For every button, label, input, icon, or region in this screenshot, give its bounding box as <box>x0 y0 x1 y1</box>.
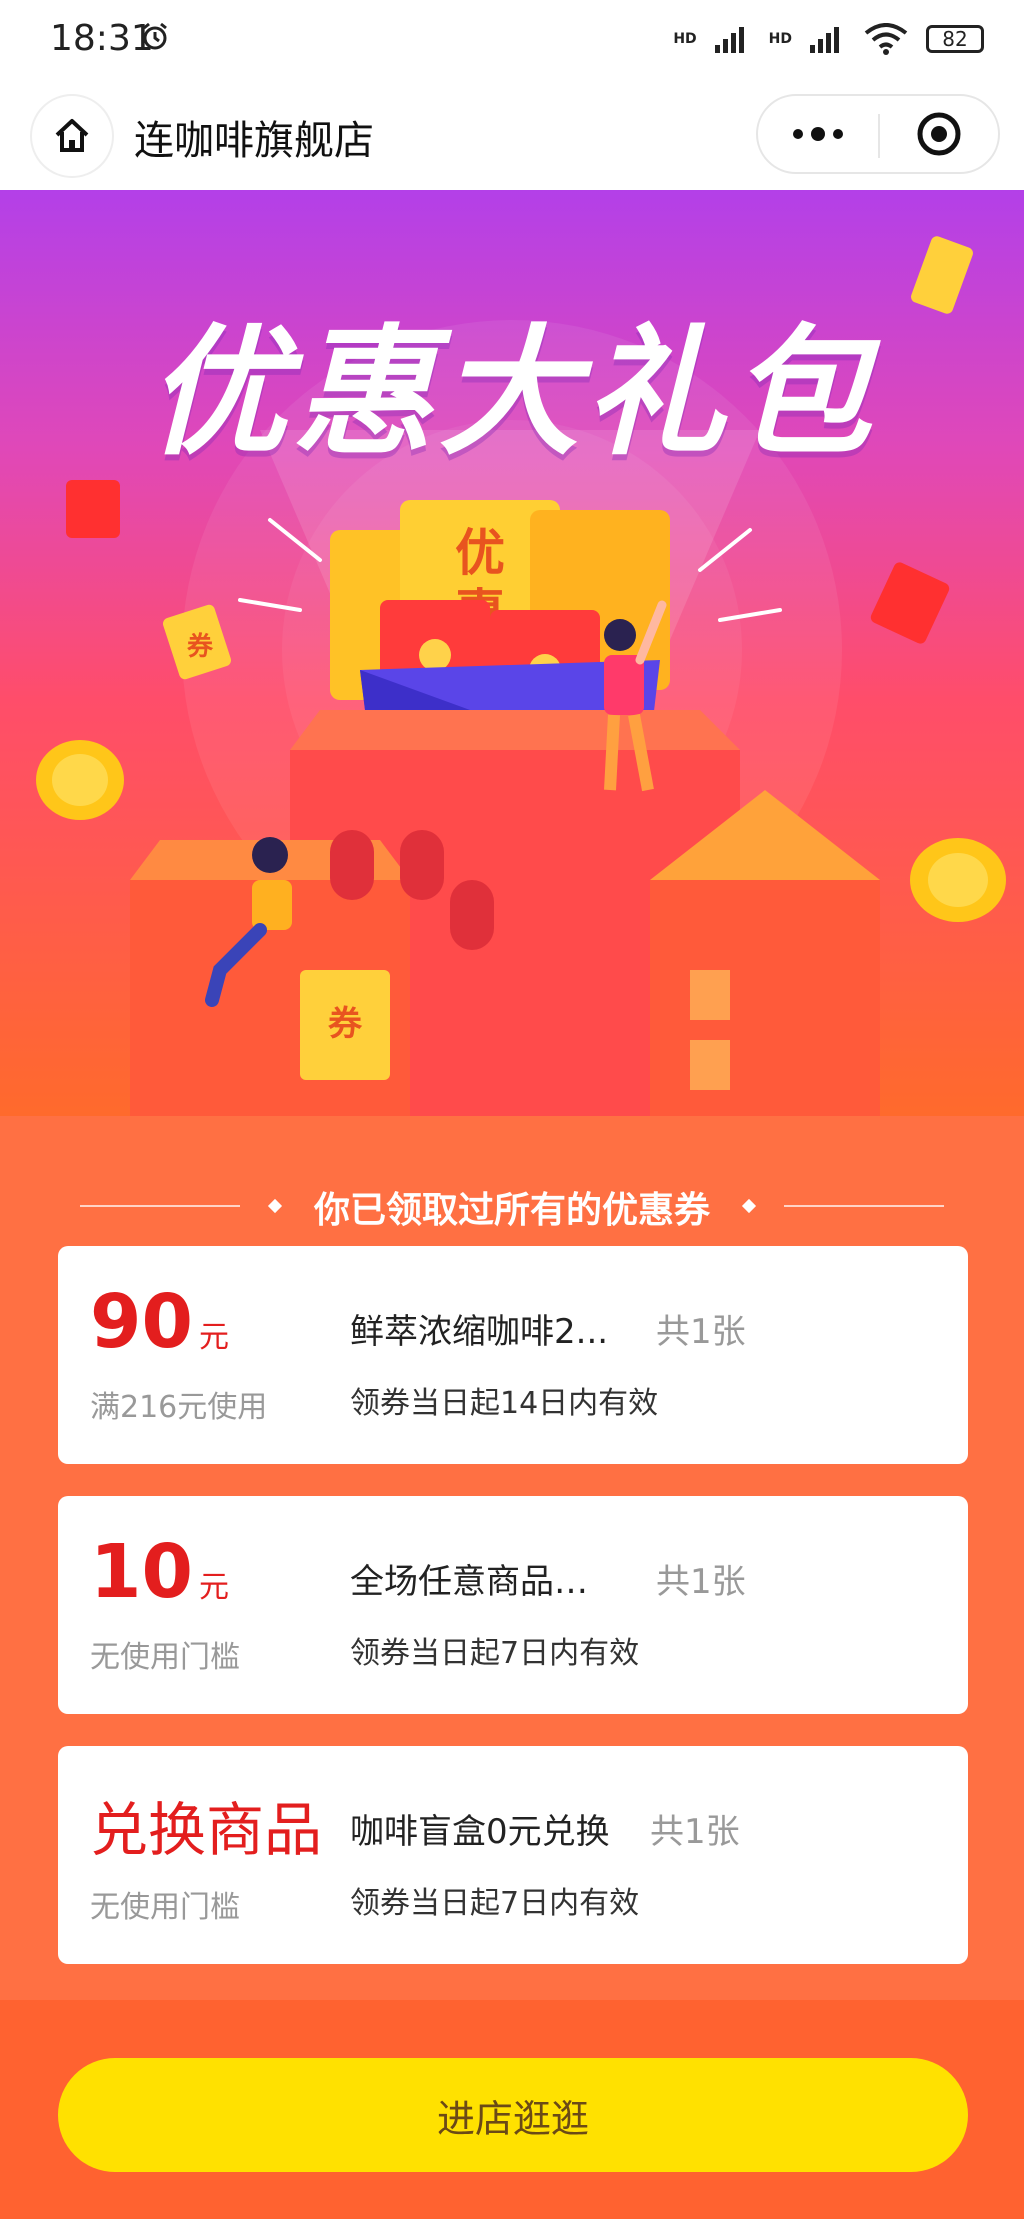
alarm-icon <box>143 22 167 50</box>
status-bar: 18:31 HD HD 82 <box>0 0 1024 80</box>
divider-right <box>784 1205 944 1207</box>
hd-label-1: HD <box>673 31 697 47</box>
signal-icon-2 <box>810 27 839 53</box>
more-dots-icon <box>793 127 843 141</box>
status-time: 18:31 <box>50 18 154 59</box>
coupon-section: 你已领取过所有的优惠券 90 元 满216元使用 鲜萃浓缩咖啡2... 共1张 领… <box>0 1116 1024 2000</box>
coupon-name: 鲜萃浓缩咖啡2... <box>350 1312 609 1352</box>
coupon-amount-value: 90 <box>90 1279 193 1365</box>
ticket-text-2: 券 <box>187 632 214 662</box>
signal-icon <box>714 27 744 53</box>
coupon-validity: 领券当日起7日内有效 <box>350 1886 640 1921</box>
coupon-amount: 90 元 <box>90 1282 229 1378</box>
divider-left <box>80 1205 240 1207</box>
hero-title: 优惠大礼包 <box>146 312 877 475</box>
home-button[interactable] <box>30 94 114 178</box>
coupon-name: 咖啡盲盒0元兑换 <box>350 1812 610 1852</box>
coupon-condition: 满216元使用 <box>90 1390 268 1425</box>
coupon-validity: 领券当日起7日内有效 <box>350 1636 640 1671</box>
coupon-card-1[interactable]: 90 元 满216元使用 鲜萃浓缩咖啡2... 共1张 领券当日起14日内有效 <box>58 1246 968 1464</box>
coupon-count: 共1张 <box>656 1562 746 1602</box>
miniprogram-header: 连咖啡旗舰店 <box>0 80 1024 190</box>
more-button[interactable] <box>758 96 878 172</box>
hero-banner: 优 惠 券 券 <box>0 190 1024 1116</box>
hd-label-2: HD <box>768 31 792 47</box>
envelope-text-1: 优 <box>455 524 505 582</box>
coupon-amount-unit: 元 <box>198 1320 229 1355</box>
diamond-right <box>741 1198 757 1214</box>
coupon-name: 全场任意商品立... <box>350 1562 620 1602</box>
coupon-amount-unit: 元 <box>198 1570 229 1605</box>
coupon-amount-value: 兑换商品 <box>90 1796 323 1864</box>
section-header: 你已领取过所有的优惠券 <box>0 1161 1024 1231</box>
ticket-text-1: 券 <box>328 1004 363 1044</box>
coupon-count: 共1张 <box>650 1812 740 1852</box>
coupon-amount: 10 元 <box>90 1532 229 1628</box>
coupon-validity: 领券当日起14日内有效 <box>350 1386 659 1421</box>
target-close-icon <box>917 112 961 156</box>
coupon-condition: 无使用门槛 <box>90 1890 240 1925</box>
home-icon <box>55 119 89 152</box>
battery-indicator: 82 <box>926 25 984 53</box>
wifi-icon <box>864 23 908 55</box>
page-title: 连咖啡旗舰店 <box>134 118 374 164</box>
capsule-menu <box>756 94 1000 174</box>
coupon-count: 共1张 <box>656 1312 746 1352</box>
coupon-amount-value: 10 <box>90 1529 193 1615</box>
coupon-amount: 兑换商品 <box>90 1790 322 1870</box>
close-miniprogram-button[interactable] <box>880 96 998 172</box>
section-title: 你已领取过所有的优惠券 <box>313 1190 710 1231</box>
coupon-card-2[interactable]: 10 元 无使用门槛 全场任意商品立... 共1张 领券当日起7日内有效 <box>58 1496 968 1714</box>
enter-store-button[interactable]: 进店逛逛 <box>58 2058 968 2172</box>
battery-level: 82 <box>942 27 968 51</box>
diamond-left <box>267 1198 283 1214</box>
coupon-condition: 无使用门槛 <box>90 1640 240 1675</box>
coupon-card-3[interactable]: 兑换商品 无使用门槛 咖啡盲盒0元兑换 共1张 领券当日起7日内有效 <box>58 1746 968 1964</box>
bottom-bar: 进店逛逛 <box>0 2000 1024 2219</box>
